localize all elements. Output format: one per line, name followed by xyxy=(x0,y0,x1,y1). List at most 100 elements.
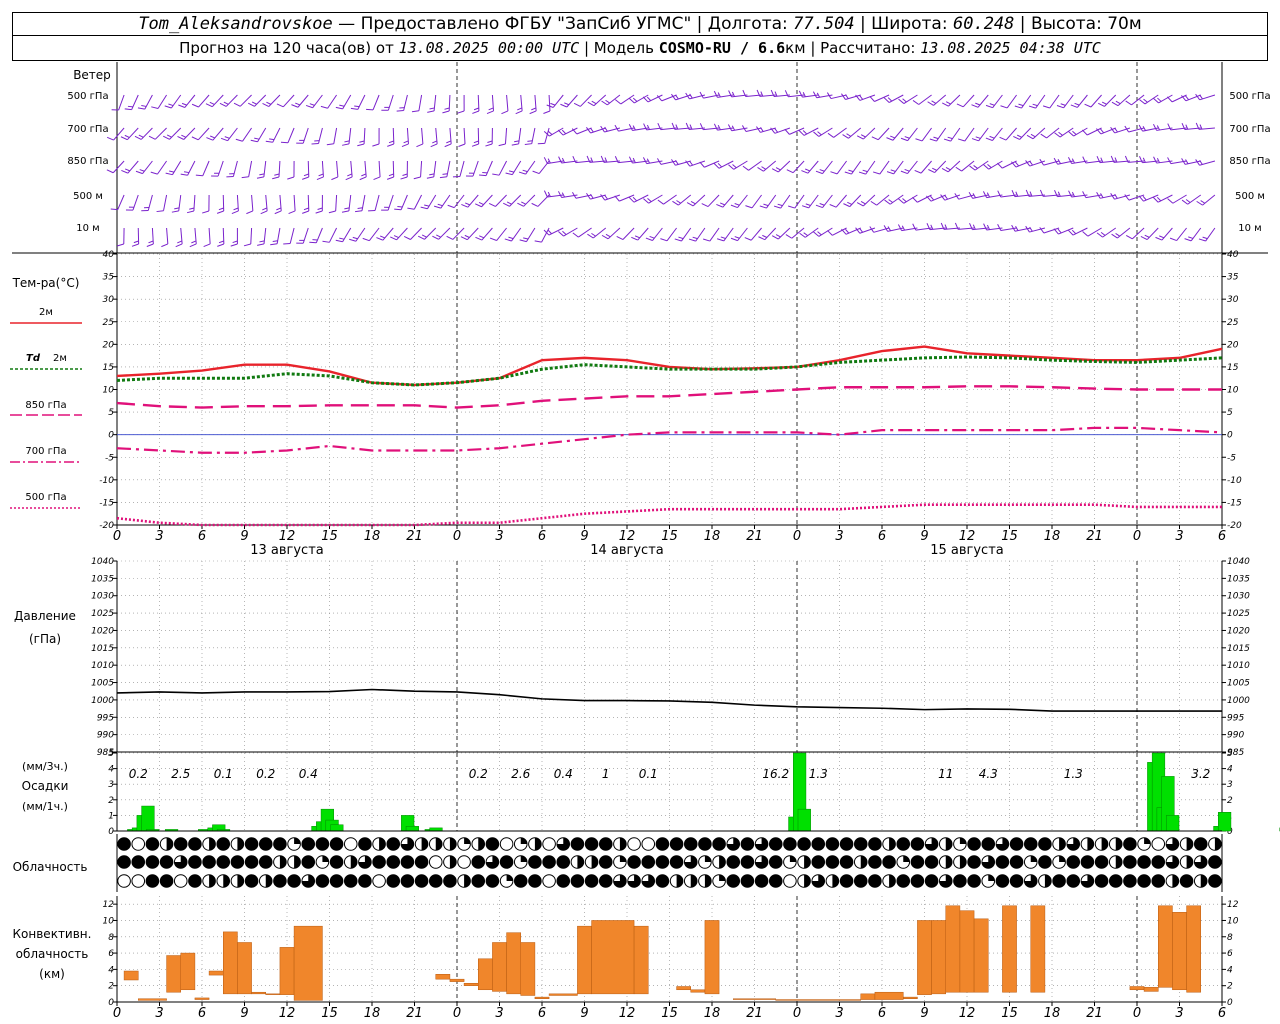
wind-barb-flag xyxy=(947,136,953,140)
wind-barb-flag xyxy=(345,176,353,181)
wind-barb-flag xyxy=(763,203,769,207)
cloud-cover-fill xyxy=(1038,837,1052,851)
wind-barb xyxy=(198,94,210,108)
cloud-cover-fill xyxy=(322,855,329,862)
wind-barb xyxy=(357,94,366,110)
cloud-cover-fill xyxy=(294,837,301,844)
wind-barb xyxy=(227,127,238,141)
wind-barb-flag xyxy=(138,134,144,138)
wind-barb-flag xyxy=(632,196,637,202)
wind-barb-flag xyxy=(632,157,636,163)
temp-xtick-label: 12 xyxy=(619,529,636,544)
temp-ytick-label-right: -10 xyxy=(1227,476,1242,486)
conv-ytick-label: 2 xyxy=(108,982,114,992)
cloud-cover-fill xyxy=(619,837,627,851)
wind-barb xyxy=(327,94,337,109)
cloud-cover-fill xyxy=(386,874,400,888)
wind-barb-flag xyxy=(195,174,203,177)
conv-ytick-label: 8 xyxy=(108,933,114,943)
wind-barb-flag xyxy=(872,171,880,175)
wind-barb-flag xyxy=(177,240,183,244)
wind-barb-flag xyxy=(771,168,779,173)
wind-barb-flag xyxy=(900,170,908,175)
wind-barb-flag xyxy=(701,203,709,208)
wind-barb xyxy=(832,227,847,236)
precip-3h-label: 1.3 xyxy=(809,767,828,781)
wind-barb-flag xyxy=(489,237,497,241)
wind-barb-flag xyxy=(862,169,868,173)
wind-barb-flag xyxy=(830,171,838,175)
wind-barb-flag xyxy=(110,208,118,211)
wind-barb-flag xyxy=(562,230,567,235)
wind-barb xyxy=(400,194,408,210)
wind-barb xyxy=(248,160,253,177)
cloud-cover-fill xyxy=(231,855,244,869)
cloud-cover-fill xyxy=(889,874,896,888)
wind-barb-flag xyxy=(191,240,197,244)
temp-xtick-label: 0 xyxy=(453,529,461,544)
wind-barb xyxy=(1019,127,1032,140)
conv-cloud-bar xyxy=(959,910,975,993)
wind-barb xyxy=(421,127,424,144)
conv-xtick-label: 0 xyxy=(793,1006,801,1021)
cloud-cover-fill xyxy=(826,837,839,851)
wind-barb xyxy=(440,194,451,209)
wind-barb-flag xyxy=(388,140,394,144)
wind-barb-flag xyxy=(802,92,806,97)
wind-barb-flag xyxy=(632,97,638,102)
wind-barb-flag xyxy=(930,195,935,201)
wind-barb-flag xyxy=(116,243,124,247)
wind-barb xyxy=(552,94,564,108)
wind-barb xyxy=(131,94,139,110)
wind-barb-flag xyxy=(442,110,450,114)
cloud-cover-fill xyxy=(464,837,471,844)
cloud-cover-fill xyxy=(854,874,868,888)
cloud-cover-fill xyxy=(868,837,882,851)
wind-barb xyxy=(849,194,862,207)
wind-barb xyxy=(302,227,309,244)
cloud-cover-fill xyxy=(1214,837,1222,851)
wind-barb-flag xyxy=(424,204,430,207)
wind-barb-flag xyxy=(315,210,323,214)
conv-cloud-bar xyxy=(874,991,904,1000)
wind-barb-flag xyxy=(858,171,866,175)
wind-barb-flag xyxy=(148,135,156,140)
cloud-cover-fill xyxy=(372,855,386,869)
cloud-cover-circle xyxy=(131,837,146,851)
wind-barb-flag xyxy=(355,210,363,213)
cloud-cover-fill xyxy=(1194,837,1208,851)
wind-barb xyxy=(378,160,381,178)
wind-barb-flag xyxy=(416,143,424,148)
wind-barb-flag xyxy=(210,135,216,139)
wind-barb-flag xyxy=(628,156,633,164)
conv-xtick-label: 18 xyxy=(364,1006,381,1021)
pressure-ytick-label: 1015 xyxy=(91,644,114,654)
cloud-cover-fill xyxy=(401,855,414,869)
wind-barb xyxy=(541,227,550,243)
temp-ytick-label-right: -20 xyxy=(1227,521,1242,531)
wind-barb-flag xyxy=(734,203,740,206)
wind-barb-flag xyxy=(803,232,809,237)
wind-barb xyxy=(433,160,437,177)
cloud-cover-fill xyxy=(273,837,287,851)
wind-barb-flag xyxy=(649,235,655,239)
wind-barb-flag xyxy=(884,199,891,205)
wind-barb xyxy=(157,160,167,175)
temp-xtick-label: 21 xyxy=(746,529,763,544)
cloud-cover-fill xyxy=(1010,874,1023,888)
wind-barb-flag xyxy=(402,173,408,176)
wind-barb-flag xyxy=(675,159,679,165)
wind-barb-flag xyxy=(339,237,345,240)
wind-barb xyxy=(974,160,989,171)
wind-barb-flag xyxy=(985,104,993,109)
wind-barb-flag xyxy=(420,206,428,210)
wind-barb-flag xyxy=(432,140,438,144)
temp-xtick-label: 12 xyxy=(279,529,296,544)
wind-barb-flag xyxy=(1181,199,1188,205)
wind-level-10m: 10 м xyxy=(76,223,99,234)
wind-barb-flag xyxy=(1125,100,1132,106)
wind-barb-flag xyxy=(309,241,317,244)
wind-barb xyxy=(211,94,224,108)
wind-barb-flag xyxy=(347,173,353,177)
wind-barb-flag xyxy=(1111,101,1119,107)
